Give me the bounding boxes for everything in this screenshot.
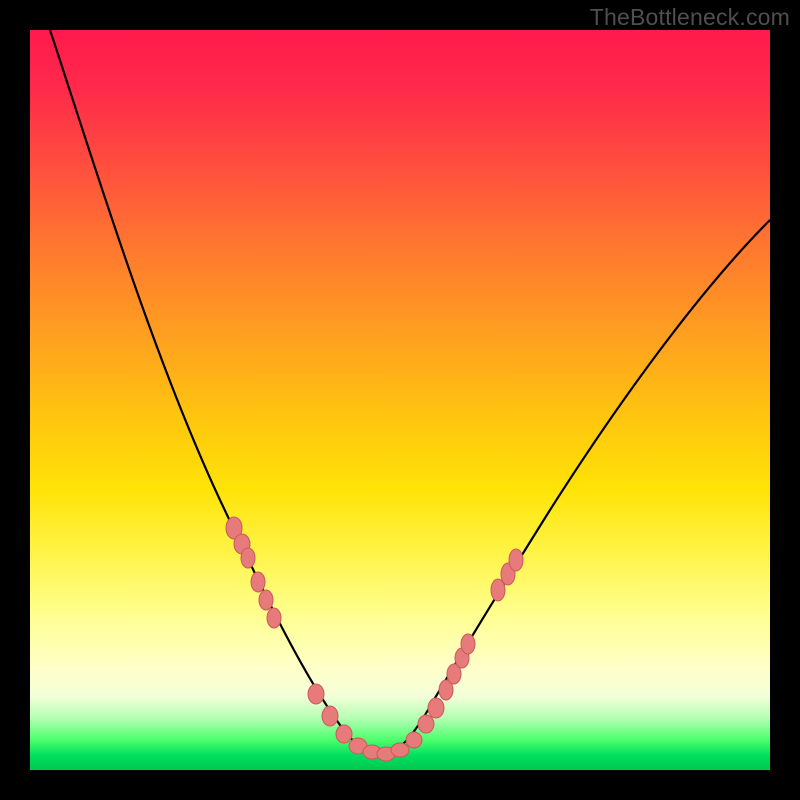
marker-group-right xyxy=(439,549,523,700)
plot-area xyxy=(30,30,770,770)
chart-frame: TheBottleneck.com xyxy=(0,0,800,800)
marker-group-bottom xyxy=(308,684,444,761)
chart-svg xyxy=(30,30,770,770)
bottleneck-curve xyxy=(50,30,770,756)
watermark-text: TheBottleneck.com xyxy=(590,4,790,31)
